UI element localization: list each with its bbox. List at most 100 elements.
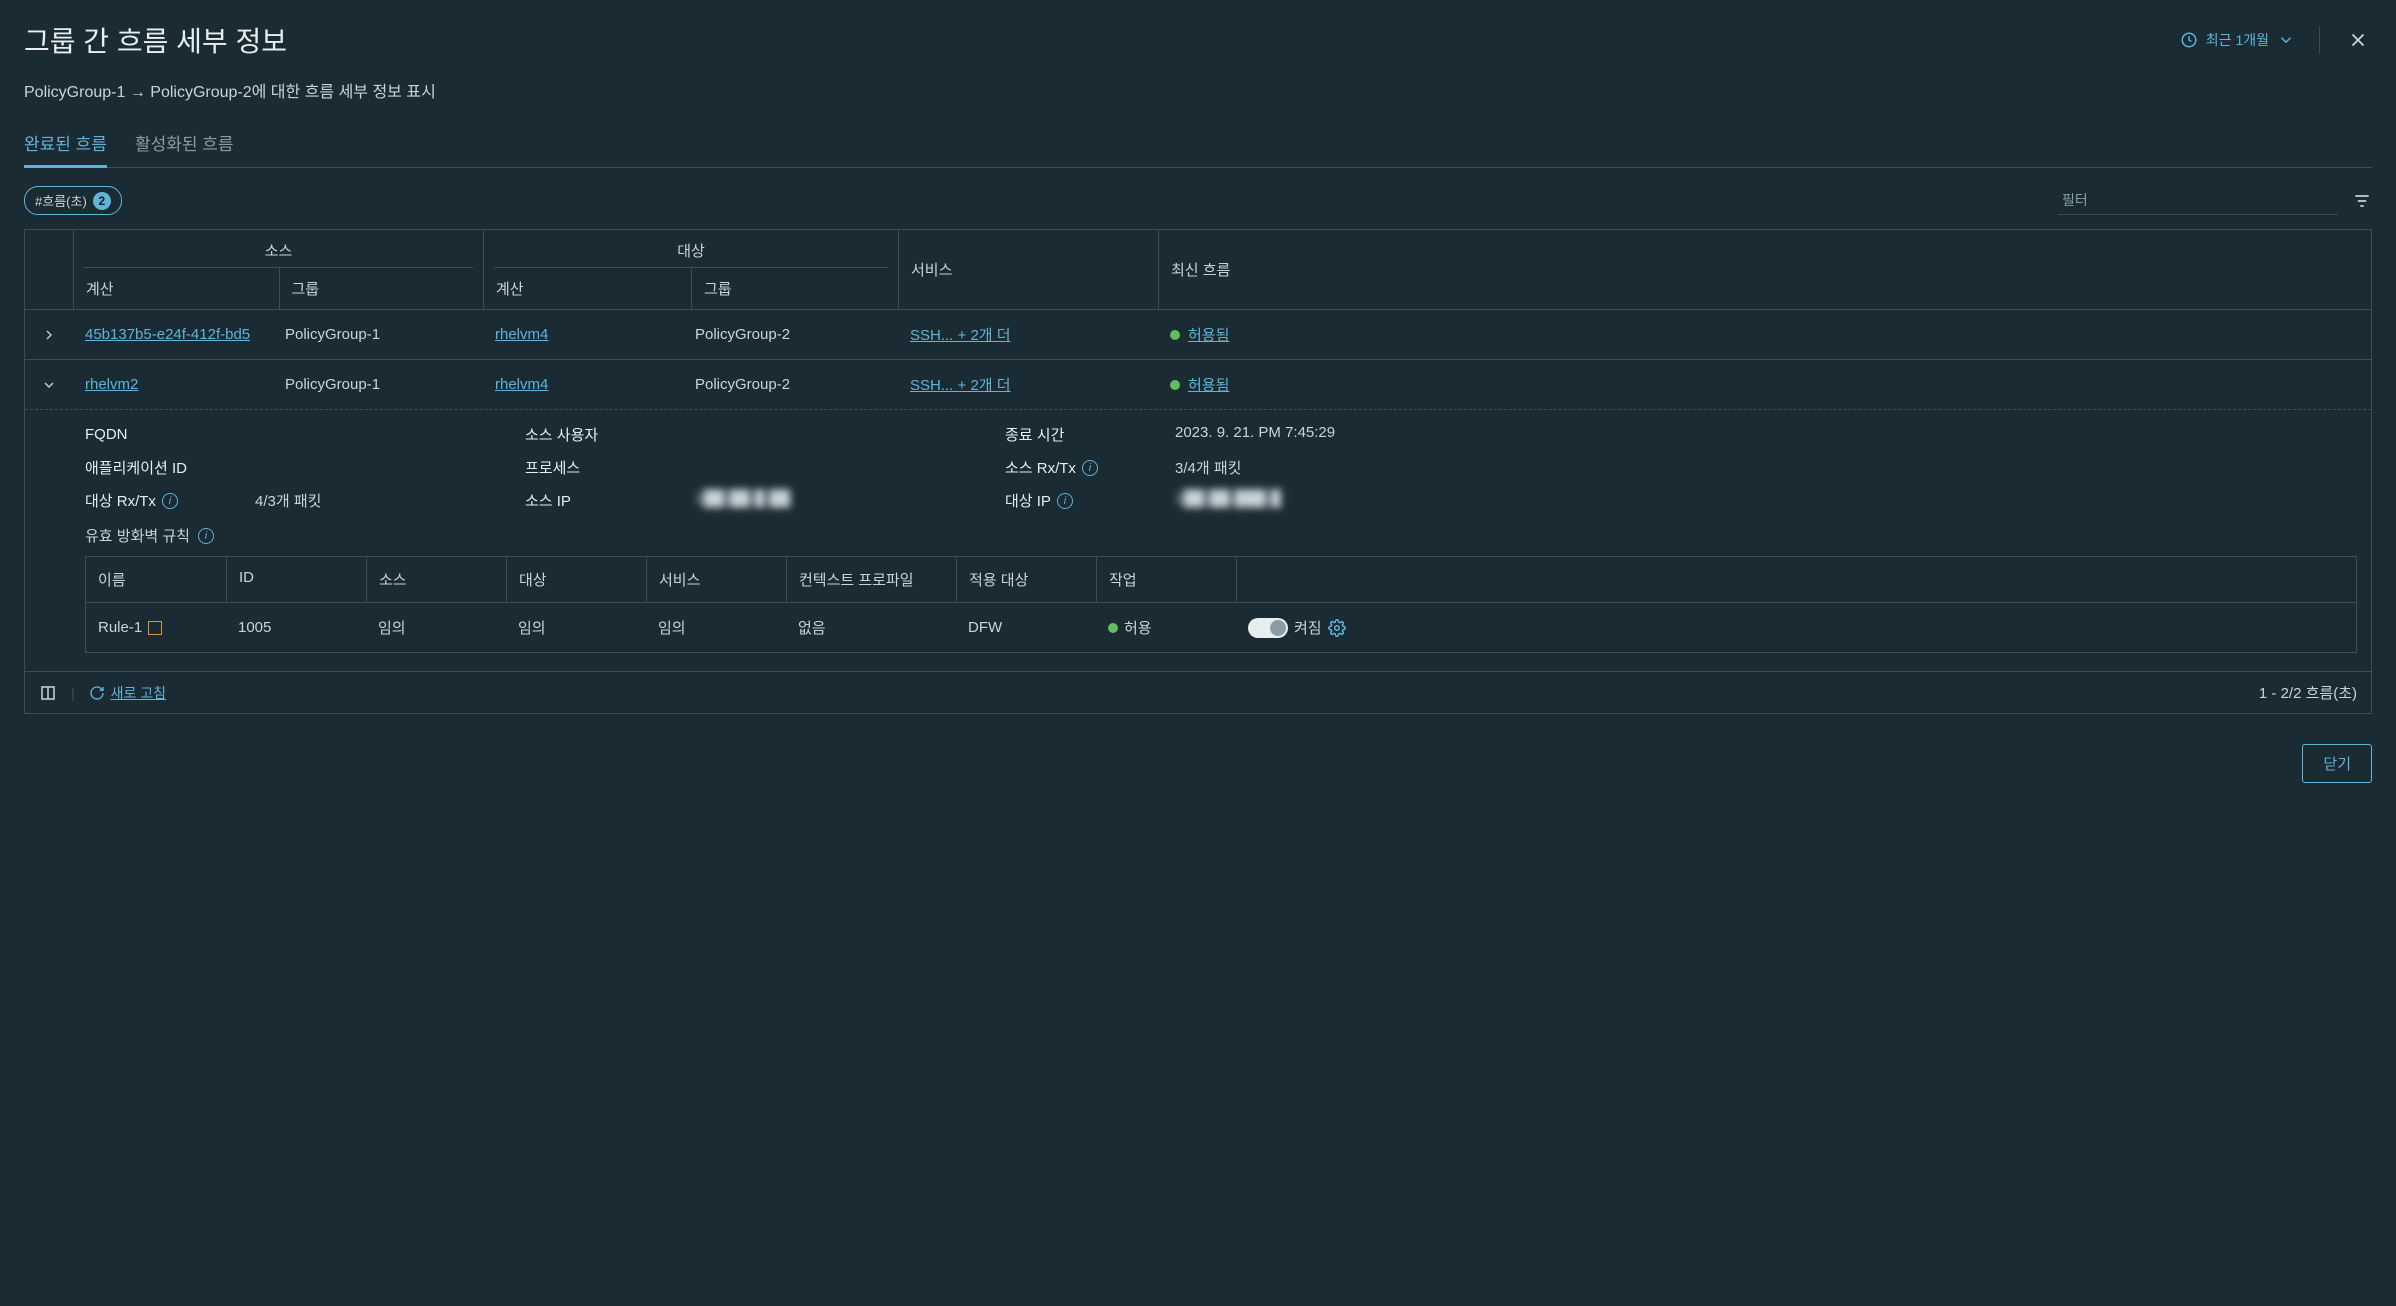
value-dst-ip: 1██.██.███.█ [1175,490,2357,511]
rth-action: 작업 [1096,557,1236,602]
rth-source: 소스 [366,557,506,602]
label-app-id: 애플리케이션 ID [85,457,245,478]
refresh-icon [89,685,105,701]
table-header: 소스 계산 그룹 대상 계산 그룹 서비스 최신 흐름 [25,230,2371,309]
src-group: PolicyGroup-1 [273,362,483,407]
rth-destination: 대상 [506,557,646,602]
service-link[interactable]: SSH... + 2개 더 [910,377,1011,394]
refresh-button[interactable]: 새로 고침 [89,683,166,703]
value-src-user [695,424,995,445]
dst-group: PolicyGroup-2 [683,362,898,407]
info-icon[interactable]: i [1057,493,1073,509]
value-dst-rxtx: 4/3개 패킷 [255,490,515,511]
row-detail-panel: FQDN 소스 사용자 종료 시간 2023. 9. 21. PM 7:45:2… [25,409,2371,671]
rule-id: 1005 [226,603,366,652]
value-end-time: 2023. 9. 21. PM 7:45:29 [1175,424,2357,445]
info-icon[interactable]: i [162,493,178,509]
label-src-user: 소스 사용자 [525,424,685,445]
status-badge: 허용됨 [1170,324,1229,345]
rth-id: ID [226,557,366,602]
close-button[interactable] [2344,26,2372,54]
tab-active-flows[interactable]: 활성화된 흐름 [135,122,234,167]
th-source-compute: 계산 [74,268,279,309]
rule-source: 임의 [366,603,506,652]
expand-row-button[interactable] [25,313,73,357]
src-compute-link[interactable]: 45b137b5-e24f-412f-bd5 [85,326,250,343]
label-dst-ip: 대상 IP i [1005,490,1165,511]
chip-label: #흐름(초) [35,191,87,210]
status-dot-icon [1170,330,1180,340]
filter-input[interactable] [2058,186,2338,215]
dst-compute-link[interactable]: rhelvm4 [495,326,548,343]
time-range-selector[interactable]: 최근 1개월 [2180,30,2295,50]
th-source: 소스 [84,230,473,268]
status-dot-icon [1170,380,1180,390]
rule-context-profile: 없음 [786,603,956,652]
chip-count: 2 [93,192,111,210]
th-dest-group: 그룹 [691,268,898,309]
filter-icon[interactable] [2352,191,2372,211]
rth-toggle [1236,557,2356,602]
divider [2319,26,2320,54]
time-range-label: 최근 1개월 [2206,30,2269,50]
rule-row: Rule-1 1005 임의 임의 임의 없음 DFW 허용 켜짐 [86,602,2356,652]
refresh-label: 새로 고침 [111,683,166,703]
close-icon [2347,29,2369,51]
info-icon[interactable]: i [1082,460,1098,476]
table-row: 45b137b5-e24f-412f-bd5 PolicyGroup-1 rhe… [25,309,2371,359]
dst-group: PolicyGroup-2 [683,312,898,357]
label-src-ip: 소스 IP [525,490,685,511]
status-dot-icon [1108,623,1118,633]
th-latest-flow: 최신 흐름 [1158,230,2371,309]
pagination-label: 1 - 2/2 흐름(초) [2259,682,2357,703]
collapse-row-button[interactable] [25,363,73,407]
status-link[interactable]: 허용됨 [1188,324,1229,345]
src-group: PolicyGroup-1 [273,312,483,357]
rule-service: 임의 [646,603,786,652]
chevron-down-icon [41,377,57,393]
page-title: 그룹 간 흐름 세부 정보 [24,20,287,60]
rule-applied-to: DFW [956,603,1096,652]
label-end-time: 종료 시간 [1005,424,1165,445]
value-app-id [255,457,515,478]
chevron-right-icon [41,327,57,343]
tab-completed-flows[interactable]: 완료된 흐름 [24,122,107,167]
chevron-down-icon [2277,31,2295,49]
info-icon[interactable]: i [198,528,214,544]
firewall-rule-table: 이름 ID 소스 대상 서비스 컨텍스트 프로파일 적용 대상 작업 Rule-… [85,556,2357,653]
label-src-rxtx: 소스 Rx/Tx i [1005,457,1165,478]
rule-toggle[interactable] [1248,618,1288,638]
rth-context-profile: 컨텍스트 프로파일 [786,557,956,602]
rth-applied-to: 적용 대상 [956,557,1096,602]
src-compute-link[interactable]: rhelvm2 [85,376,138,393]
th-service: 서비스 [898,230,1158,309]
toggle-label: 켜짐 [1294,617,1322,638]
close-dialog-button[interactable]: 닫기 [2302,744,2372,783]
rule-tag-icon [148,621,162,635]
rth-name: 이름 [86,557,226,602]
label-fqdn: FQDN [85,424,245,445]
th-dest-compute: 계산 [484,268,691,309]
th-source-group: 그룹 [279,268,484,309]
rule-name: Rule-1 [86,603,226,652]
clock-icon [2180,31,2198,49]
flows-table: 소스 계산 그룹 대상 계산 그룹 서비스 최신 흐름 45b137b5-e24… [24,229,2372,714]
dst-compute-link[interactable]: rhelvm4 [495,376,548,393]
table-row: rhelvm2 PolicyGroup-1 rhelvm4 PolicyGrou… [25,359,2371,409]
service-link[interactable]: SSH... + 2개 더 [910,327,1011,344]
label-dst-rxtx: 대상 Rx/Tx i [85,490,245,511]
status-link[interactable]: 허용됨 [1188,374,1229,395]
value-process [695,457,995,478]
value-src-rxtx: 3/4개 패킷 [1175,457,2357,478]
value-fqdn [255,424,515,445]
columns-icon[interactable] [39,684,57,702]
status-badge: 허용됨 [1170,374,1229,395]
flow-count-chip[interactable]: #흐름(초) 2 [24,186,122,215]
label-process: 프로세스 [525,457,685,478]
firewall-rule-label: 유효 방화벽 규칙 i [85,525,2357,546]
gear-icon[interactable] [1328,619,1346,637]
rule-destination: 임의 [506,603,646,652]
th-destination: 대상 [494,230,888,268]
rth-service: 서비스 [646,557,786,602]
value-src-ip: 1██.██.█.██ [695,490,995,511]
